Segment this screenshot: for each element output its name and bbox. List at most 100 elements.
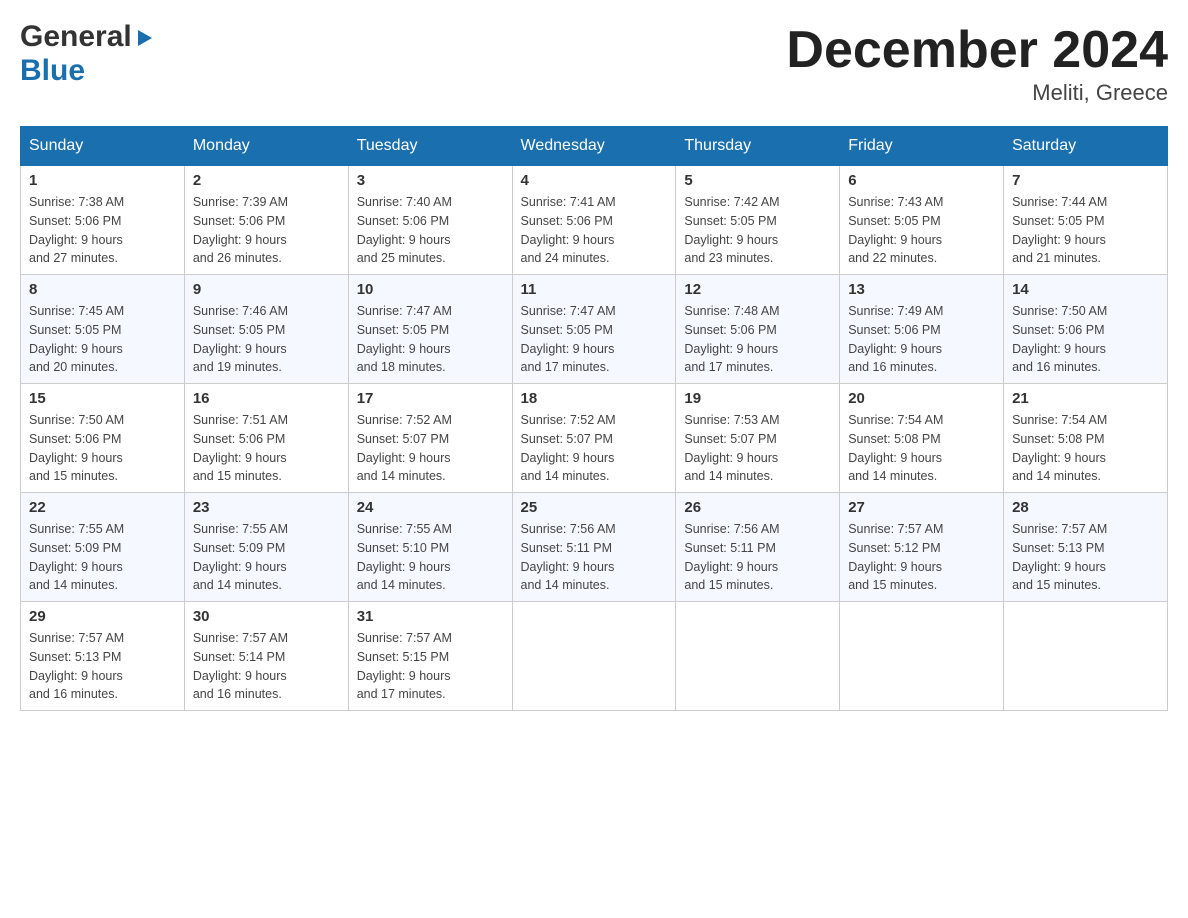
day-number: 26 [684,499,831,516]
day-info: Sunrise: 7:49 AM Sunset: 5:06 PM Dayligh… [848,302,995,377]
sunrise-label: Sunrise: 7:57 AM [29,631,124,645]
calendar-cell: 10 Sunrise: 7:47 AM Sunset: 5:05 PM Dayl… [348,275,512,384]
day-number: 14 [1012,281,1159,298]
daylight-label: Daylight: 9 hours [521,560,615,574]
sunset-label: Sunset: 5:14 PM [193,650,285,664]
sunset-label: Sunset: 5:12 PM [848,541,940,555]
sunset-label: Sunset: 5:11 PM [684,541,776,555]
day-number: 12 [684,281,831,298]
daylight-label: Daylight: 9 hours [193,342,287,356]
calendar-week-row: 15 Sunrise: 7:50 AM Sunset: 5:06 PM Dayl… [21,384,1168,493]
daylight-label: Daylight: 9 hours [1012,451,1106,465]
daylight-minutes: and 15 minutes. [848,578,937,592]
day-info: Sunrise: 7:57 AM Sunset: 5:12 PM Dayligh… [848,520,995,595]
sunset-label: Sunset: 5:10 PM [357,541,449,555]
day-number: 6 [848,172,995,189]
sunset-label: Sunset: 5:09 PM [193,541,285,555]
sunrise-label: Sunrise: 7:53 AM [684,413,779,427]
sunset-label: Sunset: 5:05 PM [1012,214,1104,228]
sunset-label: Sunset: 5:05 PM [521,323,613,337]
logo-arrow-icon [134,27,156,49]
day-number: 2 [193,172,340,189]
day-number: 22 [29,499,176,516]
day-number: 8 [29,281,176,298]
day-of-week-header: Thursday [676,127,840,166]
sunset-label: Sunset: 5:05 PM [848,214,940,228]
sunset-label: Sunset: 5:06 PM [1012,323,1104,337]
calendar-cell: 26 Sunrise: 7:56 AM Sunset: 5:11 PM Dayl… [676,493,840,602]
calendar-table: SundayMondayTuesdayWednesdayThursdayFrid… [20,126,1168,711]
day-of-week-header: Saturday [1004,127,1168,166]
daylight-label: Daylight: 9 hours [848,560,942,574]
day-number: 31 [357,608,504,625]
day-info: Sunrise: 7:50 AM Sunset: 5:06 PM Dayligh… [29,411,176,486]
day-info: Sunrise: 7:45 AM Sunset: 5:05 PM Dayligh… [29,302,176,377]
daylight-label: Daylight: 9 hours [29,233,123,247]
calendar-cell: 17 Sunrise: 7:52 AM Sunset: 5:07 PM Dayl… [348,384,512,493]
sunrise-label: Sunrise: 7:47 AM [357,304,452,318]
day-number: 1 [29,172,176,189]
sunrise-label: Sunrise: 7:40 AM [357,195,452,209]
sunrise-label: Sunrise: 7:57 AM [357,631,452,645]
sunrise-label: Sunrise: 7:55 AM [29,522,124,536]
sunset-label: Sunset: 5:06 PM [848,323,940,337]
location-subtitle: Meliti, Greece [786,80,1168,106]
daylight-minutes: and 15 minutes. [29,469,118,483]
sunset-label: Sunset: 5:11 PM [521,541,613,555]
daylight-label: Daylight: 9 hours [848,233,942,247]
day-number: 17 [357,390,504,407]
daylight-minutes: and 17 minutes. [521,360,610,374]
calendar-cell: 29 Sunrise: 7:57 AM Sunset: 5:13 PM Dayl… [21,602,185,711]
day-number: 20 [848,390,995,407]
daylight-minutes: and 16 minutes. [193,687,282,701]
daylight-minutes: and 16 minutes. [29,687,118,701]
daylight-label: Daylight: 9 hours [193,669,287,683]
sunrise-label: Sunrise: 7:44 AM [1012,195,1107,209]
day-number: 13 [848,281,995,298]
daylight-minutes: and 14 minutes. [193,578,282,592]
calendar-cell: 14 Sunrise: 7:50 AM Sunset: 5:06 PM Dayl… [1004,275,1168,384]
sunrise-label: Sunrise: 7:52 AM [521,413,616,427]
daylight-label: Daylight: 9 hours [29,560,123,574]
day-number: 16 [193,390,340,407]
sunset-label: Sunset: 5:05 PM [29,323,121,337]
day-of-week-header: Wednesday [512,127,676,166]
daylight-minutes: and 14 minutes. [29,578,118,592]
day-info: Sunrise: 7:51 AM Sunset: 5:06 PM Dayligh… [193,411,340,486]
calendar-cell: 1 Sunrise: 7:38 AM Sunset: 5:06 PM Dayli… [21,166,185,275]
day-number: 10 [357,281,504,298]
daylight-label: Daylight: 9 hours [357,233,451,247]
day-number: 15 [29,390,176,407]
calendar-cell: 7 Sunrise: 7:44 AM Sunset: 5:05 PM Dayli… [1004,166,1168,275]
daylight-minutes: and 20 minutes. [29,360,118,374]
day-number: 5 [684,172,831,189]
calendar-cell: 19 Sunrise: 7:53 AM Sunset: 5:07 PM Dayl… [676,384,840,493]
day-number: 27 [848,499,995,516]
calendar-cell: 6 Sunrise: 7:43 AM Sunset: 5:05 PM Dayli… [840,166,1004,275]
month-year-title: December 2024 [786,20,1168,80]
calendar-cell: 31 Sunrise: 7:57 AM Sunset: 5:15 PM Dayl… [348,602,512,711]
day-info: Sunrise: 7:57 AM Sunset: 5:13 PM Dayligh… [1012,520,1159,595]
sunrise-label: Sunrise: 7:54 AM [848,413,943,427]
sunrise-label: Sunrise: 7:55 AM [357,522,452,536]
calendar-week-row: 8 Sunrise: 7:45 AM Sunset: 5:05 PM Dayli… [21,275,1168,384]
calendar-cell: 18 Sunrise: 7:52 AM Sunset: 5:07 PM Dayl… [512,384,676,493]
calendar-cell: 24 Sunrise: 7:55 AM Sunset: 5:10 PM Dayl… [348,493,512,602]
day-info: Sunrise: 7:52 AM Sunset: 5:07 PM Dayligh… [357,411,504,486]
daylight-minutes: and 23 minutes. [684,251,773,265]
day-number: 4 [521,172,668,189]
sunset-label: Sunset: 5:05 PM [357,323,449,337]
day-number: 25 [521,499,668,516]
calendar-cell: 3 Sunrise: 7:40 AM Sunset: 5:06 PM Dayli… [348,166,512,275]
calendar-cell: 5 Sunrise: 7:42 AM Sunset: 5:05 PM Dayli… [676,166,840,275]
day-number: 3 [357,172,504,189]
daylight-minutes: and 14 minutes. [521,578,610,592]
sunset-label: Sunset: 5:07 PM [684,432,776,446]
day-info: Sunrise: 7:48 AM Sunset: 5:06 PM Dayligh… [684,302,831,377]
sunrise-label: Sunrise: 7:50 AM [1012,304,1107,318]
sunrise-label: Sunrise: 7:57 AM [193,631,288,645]
day-info: Sunrise: 7:40 AM Sunset: 5:06 PM Dayligh… [357,193,504,268]
daylight-minutes: and 19 minutes. [193,360,282,374]
day-info: Sunrise: 7:47 AM Sunset: 5:05 PM Dayligh… [521,302,668,377]
day-info: Sunrise: 7:44 AM Sunset: 5:05 PM Dayligh… [1012,193,1159,268]
